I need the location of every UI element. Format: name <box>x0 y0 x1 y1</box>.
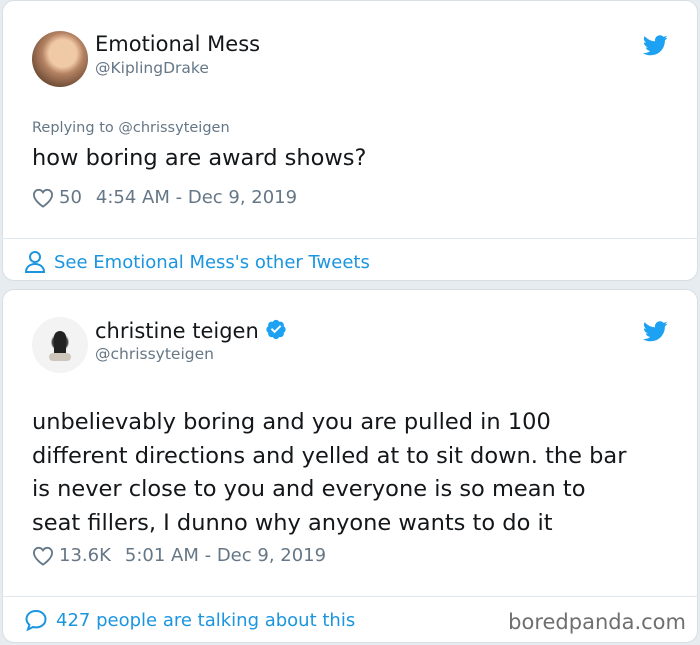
tweet-text-line: different directions and yelled at to si… <box>32 442 627 469</box>
display-name[interactable]: Emotional Mess <box>95 32 260 56</box>
tweet-text-line: seat fillers, I dunno why anyone wants t… <box>32 509 553 536</box>
comment-bubble-icon <box>25 609 47 632</box>
avatar[interactable] <box>32 31 88 87</box>
verified-badge-icon <box>266 319 286 340</box>
twitter-bird-icon[interactable] <box>643 35 668 56</box>
tweet-meta: 13.6K 5:01 AM - Dec 9, 2019 <box>32 545 326 566</box>
tweet-text: how boring are award shows? <box>32 145 367 171</box>
like-count: 13.6K <box>59 545 111 566</box>
person-icon <box>24 251 46 273</box>
divider <box>2 238 698 239</box>
conversation-link[interactable]: 427 people are talking about this <box>24 608 355 632</box>
tweet-text: unbelievably boring and you are pulled i… <box>32 406 626 540</box>
display-name-text: christine teigen <box>95 319 259 343</box>
twitter-bird-icon[interactable] <box>643 321 668 342</box>
user-handle[interactable]: @KiplingDrake <box>95 59 209 77</box>
user-handle[interactable]: @chrissyteigen <box>95 345 214 363</box>
tweet-timestamp[interactable]: 4:54 AM - Dec 9, 2019 <box>96 187 297 208</box>
avatar[interactable] <box>32 317 88 373</box>
watermark: boredpanda.com <box>508 610 686 634</box>
heart-icon[interactable] <box>32 546 54 566</box>
tweet-text-line: unbelievably boring and you are pulled i… <box>32 409 551 435</box>
display-name[interactable]: christine teigen <box>95 318 287 343</box>
like-count: 50 <box>59 187 82 208</box>
heart-icon[interactable] <box>32 188 54 208</box>
conversation-label: 427 people are talking about this <box>56 609 356 631</box>
divider <box>2 596 698 597</box>
tweet-text-line: is never close to you and everyone is so… <box>32 476 586 502</box>
tweet-meta: 50 4:54 AM - Dec 9, 2019 <box>32 187 297 208</box>
tweet-timestamp[interactable]: 5:01 AM - Dec 9, 2019 <box>125 545 326 566</box>
see-other-tweets-link[interactable]: See Emotional Mess's other Tweets <box>24 250 370 274</box>
see-other-tweets-label: See Emotional Mess's other Tweets <box>54 251 370 273</box>
replying-to-label[interactable]: Replying to @chrissyteigen <box>32 120 230 136</box>
